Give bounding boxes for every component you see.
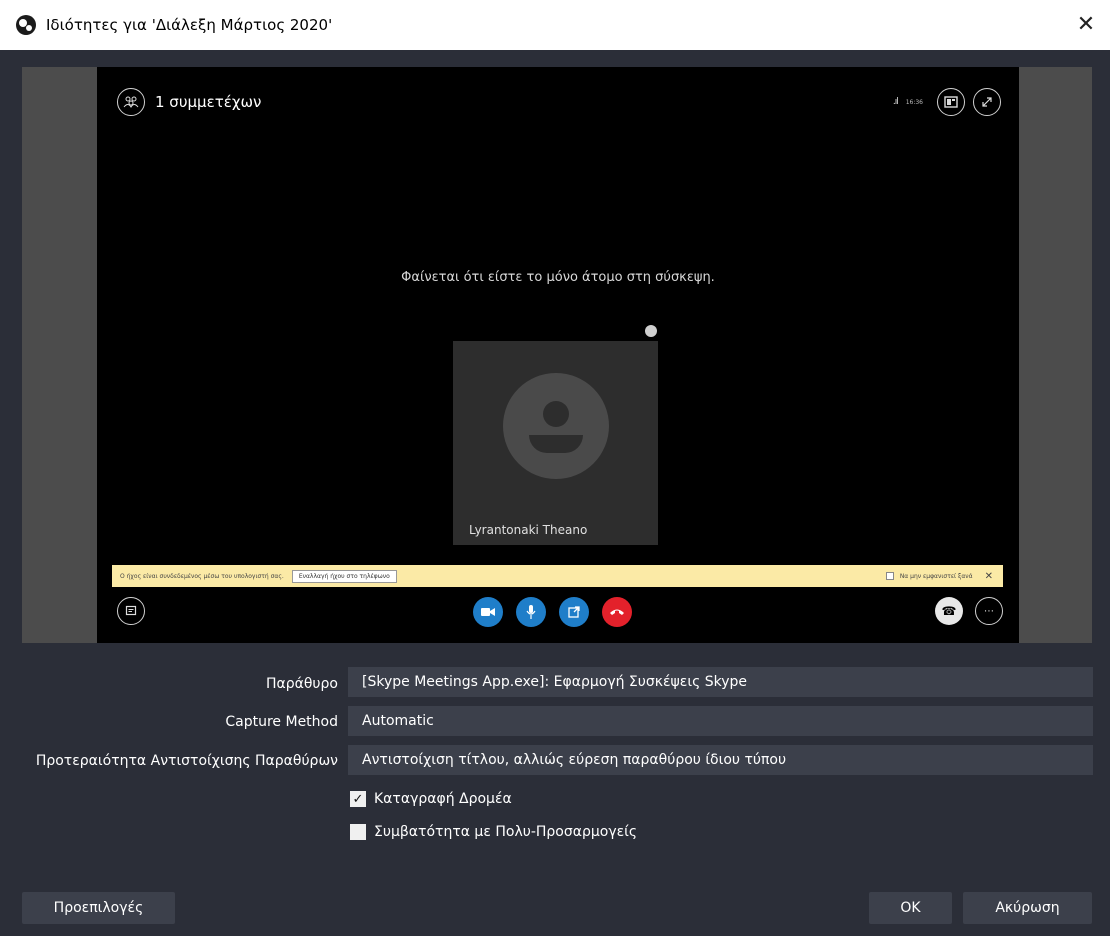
status-dot-icon <box>645 325 657 337</box>
meeting-clock: 16:36 <box>905 98 923 106</box>
window-label: Παράθυρο <box>266 676 338 692</box>
fullscreen-icon <box>973 88 1001 116</box>
multi-adapter-checkbox[interactable] <box>350 824 366 840</box>
video-camera-icon <box>473 597 503 627</box>
audio-banner: Ο ήχος είναι συνδεδεμένος μέσω του υπολο… <box>112 565 1003 587</box>
capture-cursor-checkbox[interactable]: ✓ <box>350 791 366 807</box>
more-options-icon: ⋯ <box>975 597 1003 625</box>
microphone-icon <box>516 597 546 627</box>
layout-icon <box>937 88 965 116</box>
people-icon <box>117 88 145 116</box>
hang-up-icon <box>602 597 632 627</box>
capture-method-select[interactable]: Automatic <box>348 706 1093 736</box>
switch-audio-button: Εναλλαγή ήχου στο τηλέφωνο <box>291 569 397 583</box>
participants-count: 1 συμμετέχων <box>155 93 262 111</box>
dont-show-label: Να μην εμφανιστεί ξανά <box>899 572 973 580</box>
capture-cursor-row[interactable]: ✓ Καταγραφή Δρομέα <box>350 791 512 807</box>
skype-meeting-capture: 1 συμμετέχων .ıl 16:36 Φαίνεται ότι είστ… <box>97 67 1019 643</box>
window-match-priority-select[interactable]: Αντιστοίχιση τίτλου, αλλιώς εύρεση παραθ… <box>348 745 1093 775</box>
banner-close-icon: ✕ <box>984 570 993 582</box>
window-match-priority-label: Προτεραιότητα Αντιστοίχισης Παραθύρων <box>35 753 338 769</box>
multi-adapter-row[interactable]: Συμβατότητα με Πολυ-Προσαρμογείς <box>350 824 637 840</box>
title-bar: Ιδιότητες για 'Διάλεξη Μάρτιος 2020' ✕ <box>0 0 1110 50</box>
alone-message: Φαίνεται ότι είστε το μόνο άτομο στη σύσ… <box>401 270 715 285</box>
call-controls: ☎ ⋯ <box>97 595 1019 631</box>
chat-icon <box>117 597 145 625</box>
phone-icon: ☎ <box>935 597 963 625</box>
window-select[interactable]: [Skype Meetings App.exe]: Εφαρμογή Συσκέ… <box>348 667 1093 697</box>
cancel-button[interactable]: Ακύρωση <box>963 892 1092 924</box>
dont-show-checkbox <box>885 572 894 580</box>
close-icon[interactable]: ✕ <box>1072 11 1100 39</box>
ok-button[interactable]: OK <box>869 892 952 924</box>
signal-icon: .ıl <box>892 97 899 107</box>
avatar-icon <box>503 373 609 479</box>
capture-method-label: Capture Method <box>225 714 338 730</box>
participants-indicator: 1 συμμετέχων <box>117 88 261 116</box>
defaults-button[interactable]: Προεπιλογές <box>22 892 175 924</box>
banner-right: Να μην εμφανιστεί ξανά ✕ <box>885 565 993 587</box>
window-title: Ιδιότητες για 'Διάλεξη Μάρτιος 2020' <box>46 16 333 34</box>
obs-logo-icon <box>16 15 36 35</box>
top-right-controls: .ıl 16:36 <box>893 88 1001 116</box>
multi-adapter-label: Συμβατότητα με Πολυ-Προσαρμογείς <box>374 824 638 840</box>
participant-tile: Lyrantonaki Theano <box>453 341 658 545</box>
banner-text: Ο ήχος είναι συνδεδεμένος μέσω του υπολο… <box>120 572 284 580</box>
share-screen-icon <box>559 597 589 627</box>
participant-name: Lyrantonaki Theano <box>469 523 588 537</box>
source-preview: 1 συμμετέχων .ıl 16:36 Φαίνεται ότι είστ… <box>22 67 1092 643</box>
capture-cursor-label: Καταγραφή Δρομέα <box>374 791 512 807</box>
